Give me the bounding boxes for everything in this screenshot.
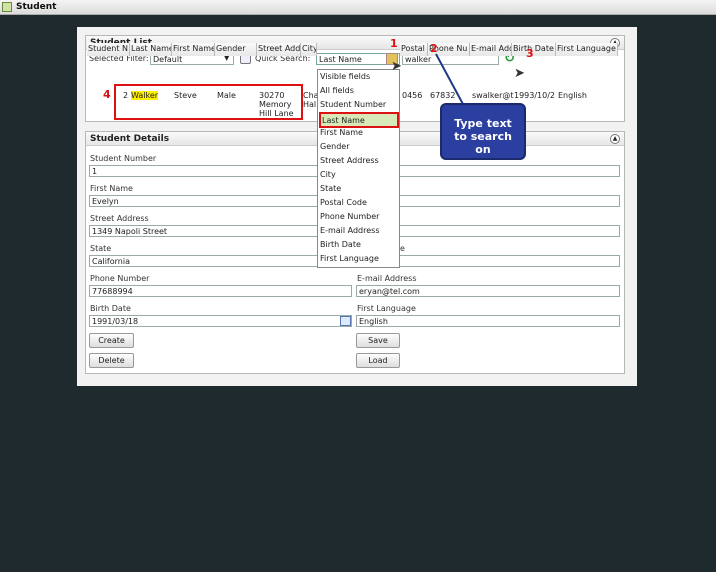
dropdown-item[interactable]: State <box>320 184 341 193</box>
callout-arrow <box>435 53 465 107</box>
first-name-input[interactable]: Evelyn <box>89 195 352 207</box>
first-language-label: First Language <box>357 304 416 313</box>
right-partial-label: e <box>400 244 405 253</box>
row-street-line2[interactable]: Memory <box>259 100 292 109</box>
dropdown-item[interactable]: First Language <box>320 254 379 263</box>
phone-number-label: Phone Number <box>90 274 150 283</box>
dropdown-item[interactable]: Postal Code <box>320 198 367 207</box>
row-postal[interactable]: 0456 <box>402 91 422 100</box>
phone-number-input[interactable]: 77688994 <box>89 285 352 297</box>
mouse-cursor-icon: ➤ <box>391 59 402 74</box>
row-gender[interactable]: Male <box>217 91 236 100</box>
street-address-input[interactable]: 1349 Napoli Street <box>89 225 352 237</box>
annotation-number-3: 3 <box>526 47 534 60</box>
col-postal[interactable]: Postal Code <box>400 43 428 56</box>
dropdown-item-selected[interactable]: Last Name <box>319 112 399 128</box>
first-name-label: First Name <box>90 184 133 193</box>
dropdown-item[interactable]: Street Address <box>320 156 379 165</box>
state-input[interactable]: California <box>89 255 352 267</box>
dropdown-item[interactable]: Gender <box>320 142 349 151</box>
dropdown-item[interactable]: Visible fields <box>320 72 370 81</box>
row-last-name[interactable]: Walker <box>131 91 159 100</box>
state-label: State <box>90 244 112 253</box>
row-student-number[interactable]: 2 <box>123 91 128 100</box>
load-button[interactable]: Load <box>356 353 400 368</box>
window-title: Student <box>16 2 57 12</box>
col-first-language[interactable]: First Language <box>556 43 618 56</box>
dropdown-item-selected-label: Last Name <box>322 116 365 125</box>
student-details-title: Student Details <box>90 134 170 144</box>
col-birth-date[interactable]: Birth Date <box>512 43 556 56</box>
dropdown-item[interactable]: All fields <box>320 86 354 95</box>
mouse-cursor-icon: ➤ <box>514 66 525 81</box>
birth-date-input[interactable]: 1991/03/18 <box>89 315 352 327</box>
window-titlebar: Student <box>0 0 716 15</box>
row-street-line1[interactable]: 30270 <box>259 91 284 100</box>
col-last-name[interactable]: Last Name <box>130 43 172 56</box>
row-birth-date[interactable]: 1993/10/2 <box>514 91 555 100</box>
quick-search-field-dropdown: Visible fields All fields Student Number… <box>317 69 400 268</box>
first-language-input[interactable]: English <box>356 315 620 327</box>
app-icon <box>2 2 12 12</box>
col-student-number[interactable]: Student N <box>87 43 130 56</box>
student-number-input[interactable]: 1 <box>89 165 352 177</box>
dropdown-item[interactable]: City <box>320 170 336 179</box>
collapse-icon[interactable]: ▲ <box>610 134 620 144</box>
callout-tooltip: Type text to search on <box>440 103 526 160</box>
row-first-name[interactable]: Steve <box>174 91 197 100</box>
col-city[interactable]: City <box>301 43 317 56</box>
row-language[interactable]: English <box>558 91 587 100</box>
dropdown-item[interactable]: E-mail Address <box>320 226 379 235</box>
row-street-line3[interactable]: Hill Lane <box>259 109 294 118</box>
col-first-name[interactable]: First Name <box>172 43 215 56</box>
email-label: E-mail Address <box>357 274 417 283</box>
annotation-number-4: 4 <box>103 88 111 101</box>
col-gender[interactable]: Gender <box>215 43 257 56</box>
street-address-label: Street Address <box>90 214 149 223</box>
student-number-label: Student Number <box>90 154 157 163</box>
dropdown-item[interactable]: Phone Number <box>320 212 379 221</box>
save-button[interactable]: Save <box>356 333 400 348</box>
row-city-line2[interactable]: Hal <box>303 100 316 109</box>
col-street[interactable]: Street Addr <box>257 43 301 56</box>
dropdown-item[interactable]: Birth Date <box>320 240 361 249</box>
birth-date-label: Birth Date <box>90 304 131 313</box>
email-input[interactable]: eryan@tel.com <box>356 285 620 297</box>
dropdown-item[interactable]: Student Number <box>320 100 386 109</box>
calendar-icon[interactable] <box>340 316 351 326</box>
dropdown-item[interactable]: First Name <box>320 128 363 137</box>
create-button[interactable]: Create <box>89 333 134 348</box>
annotation-number-1: 1 <box>390 37 398 50</box>
delete-button[interactable]: Delete <box>89 353 134 368</box>
